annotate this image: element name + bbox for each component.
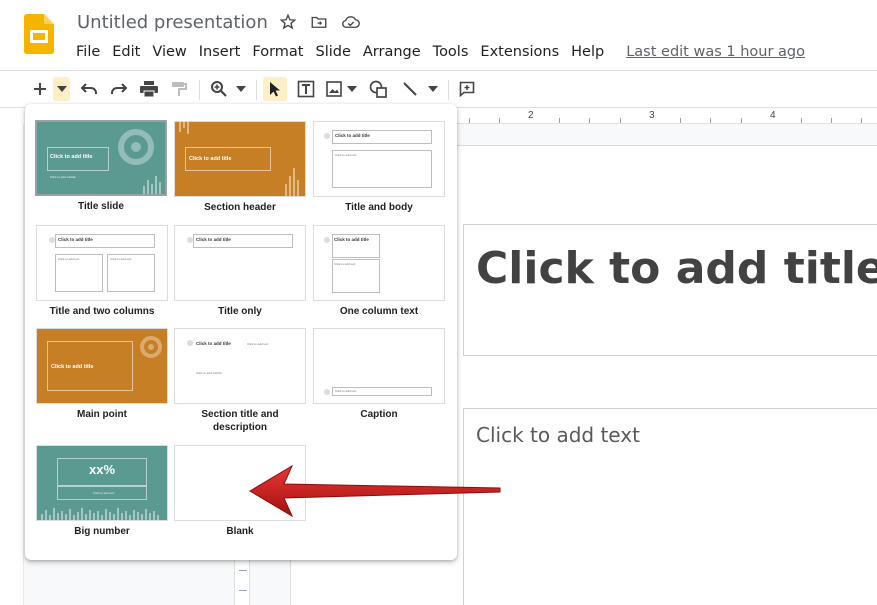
new-slide-dropdown-icon[interactable] bbox=[53, 77, 70, 101]
layout-title-and-two-columns[interactable]: Click to add title Click to add text Cli… bbox=[36, 225, 168, 318]
menu-file[interactable]: File bbox=[70, 42, 106, 62]
thumb-text: Click to add text bbox=[58, 257, 80, 261]
thumb-title: Click to add title bbox=[189, 156, 232, 162]
menu-format[interactable]: Format bbox=[246, 42, 309, 62]
shape-icon[interactable] bbox=[366, 77, 390, 101]
menu-insert[interactable]: Insert bbox=[193, 42, 247, 62]
layout-big-number[interactable]: xx% Click to add text Big number bbox=[36, 445, 168, 538]
layout-title-only[interactable]: Click to add title Title only bbox=[174, 225, 306, 318]
thumb-title: Click to add title bbox=[50, 154, 93, 160]
image-dropdown-icon[interactable] bbox=[345, 77, 359, 101]
comment-icon[interactable] bbox=[456, 77, 478, 101]
layout-label: Title and body bbox=[345, 202, 413, 213]
line-dropdown-icon[interactable] bbox=[425, 77, 441, 101]
layout-label: Section header bbox=[204, 202, 276, 213]
new-slide-icon[interactable] bbox=[30, 77, 50, 101]
layout-thumbnail: Click to add title bbox=[36, 328, 168, 404]
toolbar-divider bbox=[256, 80, 257, 100]
menu-tools[interactable]: Tools bbox=[427, 42, 475, 62]
print-icon[interactable] bbox=[138, 77, 160, 101]
paint-format-icon[interactable] bbox=[168, 77, 190, 101]
layout-section-title-and-description[interactable]: Click to add title Click to add text Cli… bbox=[174, 328, 306, 434]
layout-caption[interactable]: Click to add text Caption bbox=[313, 328, 445, 421]
layout-thumbnail: Click to add title Click to add text Cli… bbox=[174, 328, 306, 404]
layout-label: Big number bbox=[74, 526, 130, 537]
layout-main-point[interactable]: Click to add title Main point bbox=[36, 328, 168, 421]
body-placeholder[interactable]: Click to add text bbox=[463, 408, 877, 605]
thumb-subtitle: Click to add subtitle bbox=[196, 371, 223, 375]
thumb-text: Click to add text bbox=[247, 342, 269, 346]
ruler-number: 2 bbox=[528, 110, 534, 121]
layout-thumbnail: xx% Click to add text bbox=[36, 445, 168, 521]
layout-thumbnail: Click to add title bbox=[174, 121, 306, 197]
layout-thumbnail: Click to add title bbox=[174, 225, 306, 301]
menu-bar: File Edit View Insert Format Slide Arran… bbox=[70, 42, 811, 62]
layout-label: Title only bbox=[218, 306, 262, 317]
layout-thumbnail: Click to add title Click to add text bbox=[313, 225, 445, 301]
layout-title-and-body[interactable]: Click to add title Click to add text Tit… bbox=[313, 121, 445, 214]
thumb-subtitle: Click to add subtitle bbox=[50, 175, 77, 179]
layout-thumbnail: Click to add text bbox=[313, 328, 445, 404]
menu-help[interactable]: Help bbox=[565, 42, 610, 62]
menu-slide[interactable]: Slide bbox=[309, 42, 356, 62]
title-placeholder[interactable]: Click to add title bbox=[463, 224, 877, 356]
zoom-icon[interactable] bbox=[208, 77, 230, 101]
layout-thumbnail: Click to add title Click to add text bbox=[313, 121, 445, 197]
menu-extensions[interactable]: Extensions bbox=[474, 42, 565, 62]
layout-label: Title slide bbox=[78, 201, 124, 212]
menu-view[interactable]: View bbox=[146, 42, 192, 62]
textbox-icon[interactable] bbox=[294, 77, 318, 101]
thumb-title: Click to add title bbox=[196, 237, 231, 242]
layout-label: Blank bbox=[226, 526, 254, 537]
image-icon[interactable] bbox=[323, 77, 345, 101]
title-placeholder-text: Click to add title bbox=[476, 243, 877, 294]
select-icon[interactable] bbox=[263, 77, 287, 101]
ruler-number: 4 bbox=[770, 110, 776, 121]
layout-one-column-text[interactable]: Click to add title Click to add text One… bbox=[313, 225, 445, 318]
layout-label: One column text bbox=[339, 306, 419, 317]
toolbar-divider bbox=[199, 80, 200, 100]
layout-label: Main point bbox=[77, 409, 127, 420]
layout-thumbnail: Click to add title Click to add text Cli… bbox=[36, 225, 168, 301]
thumb-title: Click to add title bbox=[335, 133, 370, 138]
thumb-text: Click to add text bbox=[110, 257, 132, 261]
last-edit-link[interactable]: Last edit was 1 hour ago bbox=[620, 42, 811, 62]
thumb-title: Click to add title bbox=[58, 237, 93, 242]
filmstrip-panel bbox=[0, 124, 24, 605]
menu-arrange[interactable]: Arrange bbox=[357, 42, 427, 62]
zoom-dropdown-icon[interactable] bbox=[233, 77, 249, 101]
thumb-text: Click to add text bbox=[93, 491, 115, 495]
layout-section-header[interactable]: Click to add title Section header bbox=[174, 121, 306, 214]
thumb-text: Click to add text bbox=[335, 153, 357, 157]
layout-thumbnail: Click to add title Click to add subtitle bbox=[35, 120, 167, 196]
layout-label: Section title and description bbox=[201, 409, 279, 433]
layout-label: Caption bbox=[360, 409, 398, 420]
document-title[interactable]: Untitled presentation bbox=[77, 12, 268, 33]
thumb-big-number: xx% bbox=[88, 462, 116, 477]
cloud-status-icon[interactable] bbox=[341, 12, 361, 32]
redo-icon[interactable] bbox=[108, 77, 130, 101]
thumb-text: Click to add text bbox=[334, 262, 356, 266]
undo-icon[interactable] bbox=[78, 77, 100, 101]
thumb-title: Click to add title bbox=[334, 237, 369, 242]
layout-label: Title and two columns bbox=[49, 306, 155, 317]
ruler-number: 3 bbox=[649, 110, 655, 121]
move-folder-icon[interactable] bbox=[309, 12, 329, 32]
menu-edit[interactable]: Edit bbox=[106, 42, 146, 62]
thumb-title: Click to add title bbox=[196, 341, 231, 346]
thumb-title: Click to add title bbox=[51, 364, 94, 370]
body-placeholder-text: Click to add text bbox=[476, 423, 640, 447]
line-icon[interactable] bbox=[398, 77, 422, 101]
star-icon[interactable] bbox=[278, 12, 298, 32]
toolbar bbox=[0, 70, 877, 108]
toolbar-divider bbox=[448, 80, 449, 100]
horizontal-ruler: 2 3 4 bbox=[455, 108, 877, 124]
pointer-arrow-icon bbox=[249, 464, 501, 518]
thumb-text: Click to add text bbox=[335, 389, 357, 393]
slides-logo[interactable] bbox=[24, 14, 54, 54]
layout-title-slide[interactable]: Click to add title Click to add subtitle… bbox=[35, 120, 167, 213]
